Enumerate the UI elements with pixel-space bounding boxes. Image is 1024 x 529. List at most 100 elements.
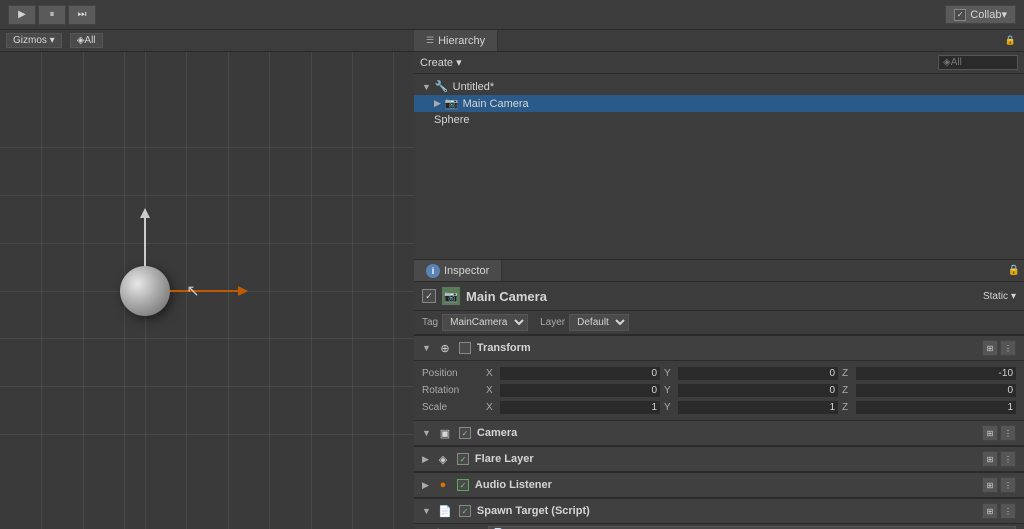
scale-z-input[interactable] [856, 401, 1016, 414]
hierarchy-panel: ☰ Hierarchy 🔒 Create ▾ ▼ 🔧 Untitled* [414, 30, 1024, 260]
hierarchy-tab-icon: ☰ [426, 35, 434, 46]
hierarchy-tab-label: Hierarchy [438, 35, 485, 47]
inspector-tab[interactable]: i Inspector [414, 260, 502, 281]
step-button[interactable]: ⏭ [68, 5, 96, 25]
position-label: Position [422, 368, 482, 379]
inspector-lock-icon[interactable]: 🔒 [1008, 265, 1020, 276]
audio-copy-btn[interactable]: ⊞ [982, 477, 998, 493]
scale-y-input[interactable] [678, 401, 838, 414]
camera-comp-arrow: ▼ [422, 428, 431, 438]
position-row: Position X Y Z [422, 365, 1016, 382]
hierarchy-search-input[interactable] [938, 55, 1018, 70]
pos-z-input[interactable] [856, 367, 1016, 380]
static-button[interactable]: Static ▾ [983, 291, 1016, 302]
spawn-comp-buttons: ⊞ ⋮ [982, 503, 1016, 519]
camera-label: Main Camera [463, 98, 529, 110]
spawn-target-header[interactable]: ▼ 📄 ✓ Spawn Target (Script) ⊞ ⋮ [414, 498, 1024, 524]
camera-comp-buttons: ⊞ ⋮ [982, 425, 1016, 441]
audio-menu-btn[interactable]: ⋮ [1000, 477, 1016, 493]
camera-copy-btn[interactable]: ⊞ [982, 425, 998, 441]
tag-label: Tag [422, 317, 438, 328]
scale-z-field: Z [842, 401, 1016, 414]
gizmo-up-line [144, 216, 146, 266]
rot-x-input[interactable] [500, 384, 660, 397]
rot-z-input[interactable] [856, 384, 1016, 397]
audio-listener-header[interactable]: ▶ ● ✓ Audio Listener ⊞ ⋮ [414, 472, 1024, 498]
create-button[interactable]: Create ▾ [420, 56, 462, 69]
collab-button[interactable]: ✓ Collab▾ [945, 5, 1016, 24]
pos-y-field: Y [664, 367, 838, 380]
hierarchy-tab-bar: ☰ Hierarchy 🔒 [414, 30, 1024, 52]
camera-menu-btn[interactable]: ⋮ [1000, 425, 1016, 441]
layer-select[interactable]: Default [569, 314, 629, 331]
camera-comp-name: Camera [477, 427, 976, 439]
rotation-row: Rotation X Y Z [422, 382, 1016, 399]
transform-menu-btn[interactable]: ⋮ [1000, 340, 1016, 356]
scale-x-field: X [486, 401, 660, 414]
hierarchy-scene-root[interactable]: ▼ 🔧 Untitled* [414, 78, 1024, 95]
pos-x-input[interactable] [500, 367, 660, 380]
top-bar: ▶ ⏸ ⏭ ✓ Collab▾ [0, 0, 1024, 30]
inspector-panel-actions: 🔒 [1008, 260, 1024, 281]
transform-component-header[interactable]: ▼ ⊕ Transform ⊞ ⋮ [414, 335, 1024, 361]
camera-comp-checkbox[interactable]: ✓ [459, 427, 471, 439]
flare-checkbox[interactable]: ✓ [457, 453, 469, 465]
flare-comp-buttons: ⊞ ⋮ [982, 451, 1016, 467]
scale-y-field: Y [664, 401, 838, 414]
flare-name: Flare Layer [475, 453, 976, 465]
position-xyz: X Y Z [486, 367, 1016, 380]
scene-canvas[interactable]: ↖ [0, 52, 414, 529]
rot-y-input[interactable] [678, 384, 838, 397]
scene-view: Gizmos ▾ ◈All [0, 30, 414, 529]
go-active-checkbox[interactable]: ✓ [422, 289, 436, 303]
scale-x-input[interactable] [500, 401, 660, 414]
scene-toolbar: Gizmos ▾ ◈All [0, 30, 414, 52]
flare-copy-btn[interactable]: ⊞ [982, 451, 998, 467]
rot-x-field: X [486, 384, 660, 397]
gizmos-button[interactable]: Gizmos ▾ [6, 33, 62, 48]
transform-fields: Position X Y Z [414, 361, 1024, 420]
inspector-header: i Inspector 🔒 [414, 260, 1024, 282]
hierarchy-content: ▼ 🔧 Untitled* ▶ 📷 Main Camera Sphere [414, 74, 1024, 259]
spawn-arrow: ▼ [422, 506, 431, 516]
all-objects-button[interactable]: ◈All [70, 33, 103, 48]
hierarchy-item-sphere[interactable]: Sphere [414, 112, 1024, 128]
transform-icon: ⊕ [437, 340, 453, 356]
hierarchy-lock-icon[interactable]: 🔒 [1001, 35, 1020, 46]
spawn-copy-btn[interactable]: ⊞ [982, 503, 998, 519]
scale-xyz: X Y Z [486, 401, 1016, 414]
transform-copy-btn[interactable]: ⊞ [982, 340, 998, 356]
pos-y-input[interactable] [678, 367, 838, 380]
hierarchy-tab[interactable]: ☰ Hierarchy [414, 30, 498, 51]
sphere-label: Sphere [434, 114, 469, 126]
tag-select[interactable]: MainCamera [442, 314, 528, 331]
audio-checkbox[interactable]: ✓ [457, 479, 469, 491]
hierarchy-item-main-camera[interactable]: ▶ 📷 Main Camera [414, 95, 1024, 112]
rot-y-field: Y [664, 384, 838, 397]
flare-menu-btn[interactable]: ⋮ [1000, 451, 1016, 467]
right-panel: ☰ Hierarchy 🔒 Create ▾ ▼ 🔧 Untitled* [414, 30, 1024, 529]
scene-name: Untitled* [453, 81, 495, 93]
hierarchy-toolbar: Create ▾ [414, 52, 1024, 74]
inspector-info-icon: i [426, 264, 440, 278]
layer-label: Layer [540, 317, 565, 328]
spawn-menu-btn[interactable]: ⋮ [1000, 503, 1016, 519]
audio-arrow: ▶ [422, 480, 429, 491]
scene-icon: 🔧 [435, 80, 449, 93]
scale-row: Scale X Y Z [422, 399, 1016, 416]
go-icon: 📷 [442, 287, 460, 305]
rotation-xyz: X Y Z [486, 384, 1016, 397]
gameobject-header: ✓ 📷 Main Camera Static ▾ [414, 282, 1024, 311]
gizmo-right-arrow [238, 286, 248, 296]
pause-button[interactable]: ⏸ [38, 5, 66, 25]
play-button[interactable]: ▶ [8, 5, 36, 25]
tag-layer-row: Tag MainCamera Layer Default [414, 311, 1024, 335]
pos-x-field: X [486, 367, 660, 380]
flare-arrow: ▶ [422, 454, 429, 465]
audio-comp-buttons: ⊞ ⋮ [982, 477, 1016, 493]
flare-layer-header[interactable]: ▶ ◈ ✓ Flare Layer ⊞ ⋮ [414, 446, 1024, 472]
flare-icon: ◈ [435, 451, 451, 467]
camera-component-header[interactable]: ▼ ▣ ✓ Camera ⊞ ⋮ [414, 420, 1024, 446]
spawn-checkbox[interactable]: ✓ [459, 505, 471, 517]
inspector-tab-label: Inspector [444, 265, 489, 277]
